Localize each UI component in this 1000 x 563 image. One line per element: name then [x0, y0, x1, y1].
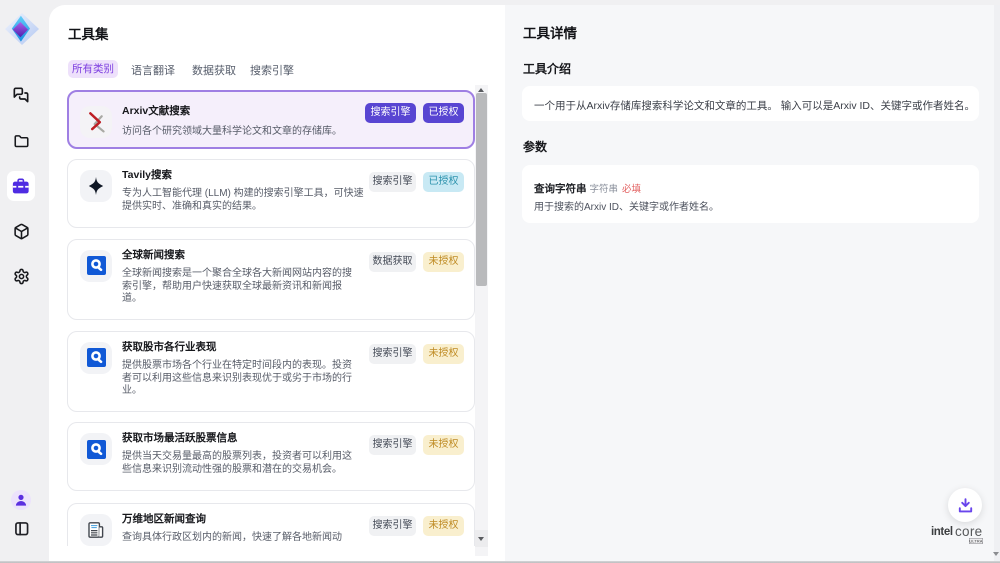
svg-text:ULTRA: ULTRA	[969, 539, 982, 543]
